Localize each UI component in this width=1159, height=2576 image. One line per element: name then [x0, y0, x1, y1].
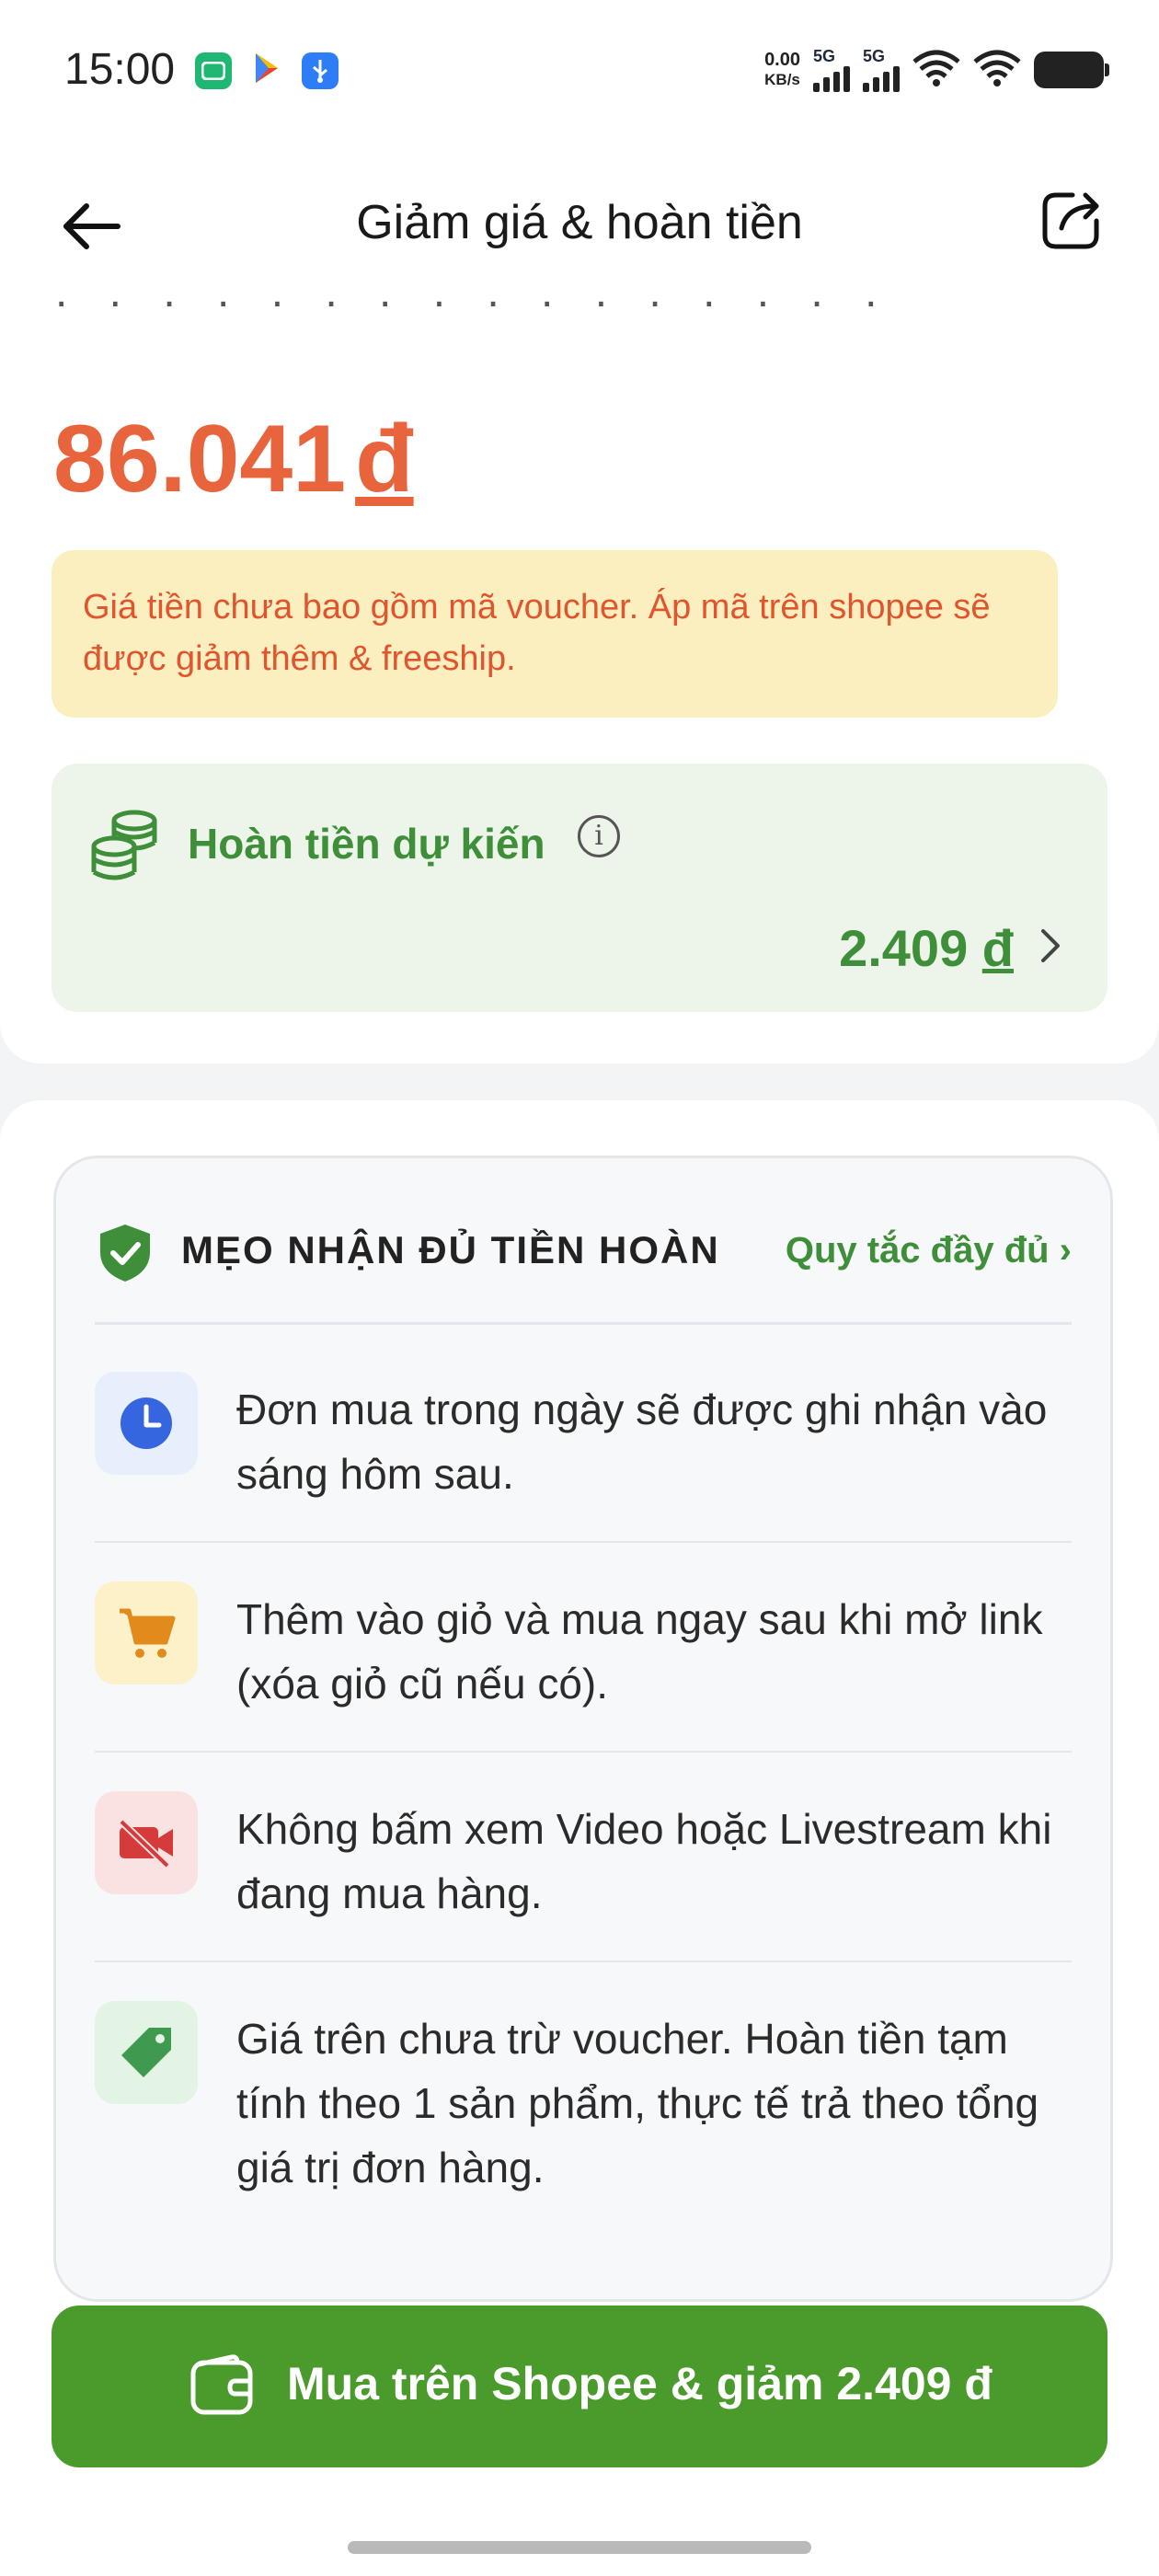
estimated-refund-row[interactable]: Hoàn tiền dự kiến i 2.409 đ	[52, 764, 1107, 1012]
chevron-right-icon	[1036, 926, 1063, 971]
price-card: . . . . . . . . . . . . . . . . 86.041đ …	[0, 294, 1159, 1064]
page-title: Giảm giá & hoàn tiền	[356, 196, 803, 249]
notification-icons	[195, 52, 339, 89]
product-price: 86.041đ	[53, 405, 414, 514]
status-time: 15:00	[64, 45, 176, 94]
tip-text: Đơn mua trong ngày sẽ được ghi nhận vào …	[236, 1386, 1048, 1498]
divider	[95, 1322, 1072, 1325]
voucher-note: Giá tiền chưa bao gồm mã voucher. Áp mã …	[52, 550, 1058, 718]
network-speed: 0.00 KB/s	[764, 50, 800, 90]
share-icon	[1042, 192, 1099, 249]
price-value: 86.041	[53, 406, 347, 512]
price-currency: đ	[355, 406, 414, 512]
signal-icon-2: 5G	[863, 48, 900, 92]
refund-amount: 2.409 đ	[839, 918, 1014, 978]
refund-label: Hoàn tiền dự kiến	[188, 820, 545, 868]
tip-item: Giá trên chưa trừ voucher. Hoàn tiền tạm…	[95, 1962, 1072, 2238]
home-indicator[interactable]	[348, 2541, 811, 2554]
cart-icon	[95, 1581, 198, 1685]
status-bar: 15:00 0.00 KB/s 5G 5G	[0, 0, 1159, 138]
clock-icon	[95, 1372, 198, 1475]
video-off-icon	[95, 1791, 198, 1894]
system-indicators: 0.00 KB/s 5G 5G	[764, 48, 1109, 92]
tip-text: Không bấm xem Video hoặc Livestream khi …	[236, 1805, 1052, 1917]
buy-on-shopee-button[interactable]: Mua trên Shopee & giảm 2.409 đ	[52, 2306, 1107, 2467]
battery-icon	[1034, 52, 1109, 88]
shield-check-icon	[97, 1223, 154, 1288]
refund-currency: đ	[981, 919, 1014, 977]
info-icon[interactable]: i	[578, 815, 620, 857]
top-app-bar: Giảm giá & hoàn tiền	[0, 138, 1159, 304]
coins-icon	[90, 808, 160, 886]
tip-item: Không bấm xem Video hoặc Livestream khi …	[95, 1753, 1072, 1961]
tip-text: Thêm vào giỏ và mua ngay sau khi mở link…	[236, 1595, 1043, 1708]
signal-icon-1: 5G	[813, 48, 850, 92]
full-rules-link[interactable]: Quy tắc đầy đủ ›	[786, 1230, 1072, 1271]
network-speed-unit: KB/s	[764, 71, 800, 88]
share-button[interactable]	[1034, 184, 1107, 258]
tip-item: Đơn mua trong ngày sẽ được ghi nhận vào …	[95, 1333, 1072, 1541]
tips-card: MẸO NHẬN ĐỦ TIỀN HOÀN Quy tắc đầy đủ › Đ…	[53, 1156, 1113, 2302]
play-store-icon	[252, 52, 281, 89]
tips-title: MẸO NHẬN ĐỦ TIỀN HOÀN	[181, 1228, 720, 1271]
tip-item: Thêm vào giỏ và mua ngay sau khi mở link…	[95, 1543, 1072, 1751]
message-app-icon	[195, 52, 232, 89]
cut-off-product-name: . . . . . . . . . . . . . . . .	[55, 294, 1095, 320]
network-speed-value: 0.00	[764, 50, 800, 70]
buy-button-label: Mua trên Shopee & giảm 2.409 đ	[287, 2358, 993, 2409]
signal-1-label: 5G	[813, 47, 836, 65]
wallet-icon	[189, 2353, 256, 2422]
refund-amount-value: 2.409	[839, 919, 969, 977]
usb-icon	[302, 52, 339, 89]
signal-2-label: 5G	[863, 47, 886, 65]
tip-text: Giá trên chưa trừ voucher. Hoàn tiền tạm…	[236, 2015, 1039, 2191]
price-tag-icon	[95, 2001, 198, 2104]
wifi-icon-2	[973, 49, 1021, 92]
wifi-icon	[912, 49, 960, 92]
